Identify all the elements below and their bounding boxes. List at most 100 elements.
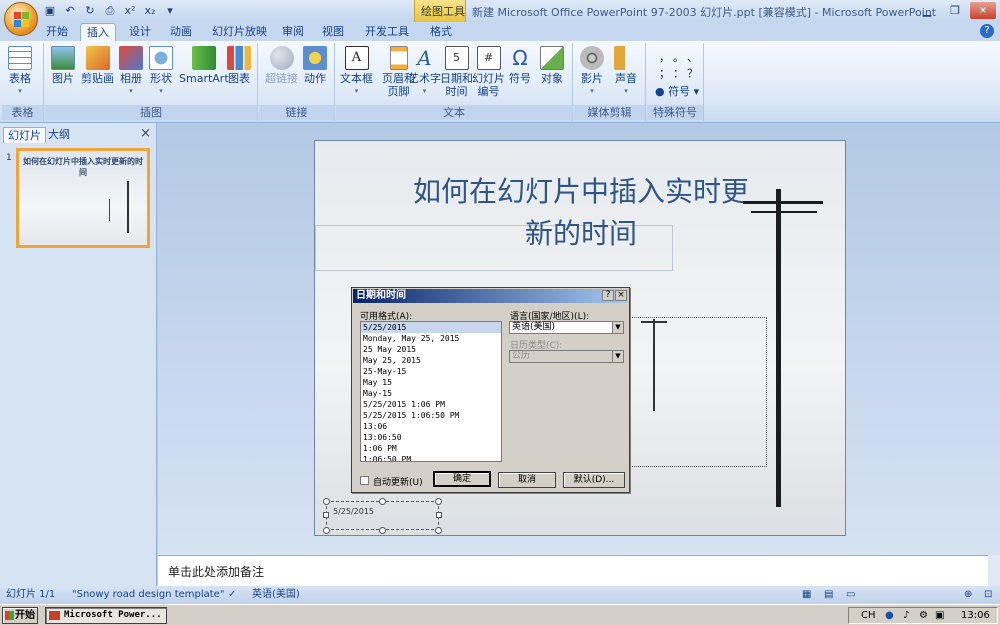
- auto-update-checkbox[interactable]: [360, 476, 369, 485]
- hyperlink-button[interactable]: 超链接: [265, 46, 298, 85]
- minimize-button[interactable]: ▁: [914, 2, 940, 19]
- format-option[interactable]: 25-May-15: [361, 366, 501, 377]
- wordart-button[interactable]: A 艺术字 ▾: [408, 46, 441, 98]
- movie-button[interactable]: 影片 ▾: [580, 46, 604, 98]
- symbol-button[interactable]: Ω 符号: [508, 46, 532, 85]
- default-button[interactable]: 默认(D)...: [563, 472, 625, 488]
- slide-thumbnail[interactable]: 如何在幻灯片中插入实时更新的时间: [16, 148, 150, 248]
- format-option[interactable]: 5/25/2015 1:06 PM: [361, 399, 501, 410]
- close-button[interactable]: ✕: [970, 2, 996, 19]
- shapes-button[interactable]: 形状 ▾: [149, 46, 173, 98]
- slide-number-button[interactable]: # 幻灯片 编号: [472, 46, 505, 98]
- tab-slideshow[interactable]: 幻灯片放映: [212, 23, 267, 41]
- textbox-button[interactable]: A 文本框 ▾: [340, 46, 373, 98]
- office-button[interactable]: [4, 2, 38, 36]
- resize-handle[interactable]: [323, 512, 329, 518]
- format-option[interactable]: 5/25/2015 1:06:50 PM: [361, 410, 501, 421]
- customize-qat-icon[interactable]: ▾: [162, 3, 178, 19]
- resize-handle[interactable]: [435, 527, 442, 534]
- format-option[interactable]: May-15: [361, 388, 501, 399]
- resize-handle[interactable]: [435, 498, 442, 505]
- clipart-button[interactable]: 剪贴画: [81, 46, 114, 85]
- subscript-icon[interactable]: x₂: [142, 3, 158, 19]
- dialog-titlebar: 日期和时间 ? ×: [353, 289, 628, 303]
- tab-home[interactable]: 开始: [46, 23, 68, 41]
- fit-window-icon[interactable]: ⊡: [984, 587, 992, 603]
- special-char-colon[interactable]: ：: [673, 65, 684, 81]
- clock[interactable]: 13:06: [961, 609, 990, 623]
- format-option[interactable]: May 25, 2015: [361, 355, 501, 366]
- network-icon[interactable]: ▣: [935, 609, 944, 623]
- restore-button[interactable]: ❐: [942, 2, 968, 19]
- tab-view[interactable]: 视图: [322, 23, 344, 41]
- format-option[interactable]: May 15: [361, 377, 501, 388]
- start-button[interactable]: 开始: [2, 607, 38, 624]
- calendar-select[interactable]: 公历 ▼: [509, 350, 624, 363]
- resize-handle[interactable]: [323, 527, 330, 534]
- ime-indicator[interactable]: CH: [861, 609, 876, 623]
- sorter-view-icon[interactable]: ▤: [824, 587, 833, 603]
- dialog-close-button[interactable]: ×: [615, 290, 627, 301]
- album-button[interactable]: 相册 ▾: [119, 46, 143, 98]
- date-placeholder[interactable]: 5/25/2015: [326, 501, 439, 530]
- help-tray-icon[interactable]: ●: [885, 609, 894, 623]
- close-icon[interactable]: ×: [140, 126, 151, 141]
- tab-developer[interactable]: 开发工具: [365, 23, 409, 41]
- language-status[interactable]: 英语(美国): [252, 587, 300, 603]
- help-icon[interactable]: ?: [980, 24, 994, 38]
- sound-button[interactable]: 声音 ▾: [614, 46, 638, 98]
- tab-review[interactable]: 审阅: [282, 23, 304, 41]
- chart-button[interactable]: 图表: [227, 46, 251, 85]
- volume-icon[interactable]: ♪: [903, 609, 909, 623]
- resize-handle[interactable]: [379, 498, 386, 505]
- slideshow-view-icon[interactable]: ▭: [846, 587, 855, 603]
- table-button[interactable]: 表格 ▾: [8, 46, 32, 98]
- special-symbol-button[interactable]: ● 符号 ▾: [655, 83, 699, 99]
- format-option[interactable]: 13:06:50: [361, 432, 501, 443]
- picture-button[interactable]: 图片: [51, 46, 75, 85]
- resize-handle[interactable]: [436, 512, 442, 518]
- ok-button[interactable]: 确定: [433, 471, 491, 487]
- dialog-help-button[interactable]: ?: [602, 290, 614, 301]
- cancel-button[interactable]: 取消: [498, 472, 556, 488]
- special-char-period[interactable]: 。: [673, 49, 684, 65]
- slide-title[interactable]: 如何在幻灯片中插入实时更 新的时间: [315, 171, 845, 255]
- resize-handle[interactable]: [379, 527, 386, 534]
- spellcheck-icon[interactable]: ✓: [228, 587, 236, 603]
- album-icon: [119, 46, 143, 70]
- format-option[interactable]: 25 May 2015: [361, 344, 501, 355]
- tab-outline[interactable]: 大纲: [44, 127, 74, 143]
- tab-slides[interactable]: 幻灯片: [3, 127, 46, 143]
- smartart-button[interactable]: SmartArt: [179, 46, 229, 85]
- redo-icon[interactable]: ↻: [82, 3, 98, 19]
- format-option[interactable]: 5/25/2015: [361, 322, 501, 333]
- datetime-button[interactable]: 5 日期和 时间: [440, 46, 473, 98]
- special-char-semicolon[interactable]: ；: [659, 65, 670, 81]
- language-select[interactable]: 英语(美国) ▼: [509, 321, 624, 334]
- format-option[interactable]: Monday, May 25, 2015: [361, 333, 501, 344]
- tab-insert[interactable]: 插入: [80, 23, 116, 41]
- format-option[interactable]: 1:06 PM: [361, 443, 501, 454]
- undo-icon[interactable]: ↶: [62, 3, 78, 19]
- tab-format[interactable]: 格式: [430, 23, 452, 41]
- save-icon[interactable]: ▣: [42, 3, 58, 19]
- zoom-in-icon[interactable]: ⊕: [964, 587, 972, 603]
- special-char-enum-comma[interactable]: 、: [687, 49, 698, 65]
- tab-design[interactable]: 设计: [129, 23, 151, 41]
- print-preview-icon[interactable]: ⎙: [102, 3, 118, 19]
- notes-scrollbar[interactable]: [988, 555, 1000, 586]
- formats-list[interactable]: 5/25/2015 Monday, May 25, 2015 25 May 2015…: [360, 321, 502, 462]
- taskbar-item-powerpoint[interactable]: Microsoft Power...: [45, 607, 167, 624]
- action-button[interactable]: 动作: [303, 46, 327, 85]
- resize-handle[interactable]: [323, 498, 330, 505]
- object-button[interactable]: 对象: [540, 46, 564, 85]
- tab-animations[interactable]: 动画: [170, 23, 192, 41]
- special-char-question[interactable]: ？: [687, 65, 698, 81]
- format-option[interactable]: 1:06:50 PM: [361, 454, 501, 461]
- normal-view-icon[interactable]: ▦: [802, 587, 811, 603]
- notes-pane[interactable]: 单击此处添加备注: [158, 555, 988, 586]
- format-option[interactable]: 13:06: [361, 421, 501, 432]
- superscript-icon[interactable]: x²: [122, 3, 138, 19]
- special-char-comma[interactable]: ，: [659, 49, 670, 65]
- settings-icon[interactable]: ⚙: [919, 609, 928, 623]
